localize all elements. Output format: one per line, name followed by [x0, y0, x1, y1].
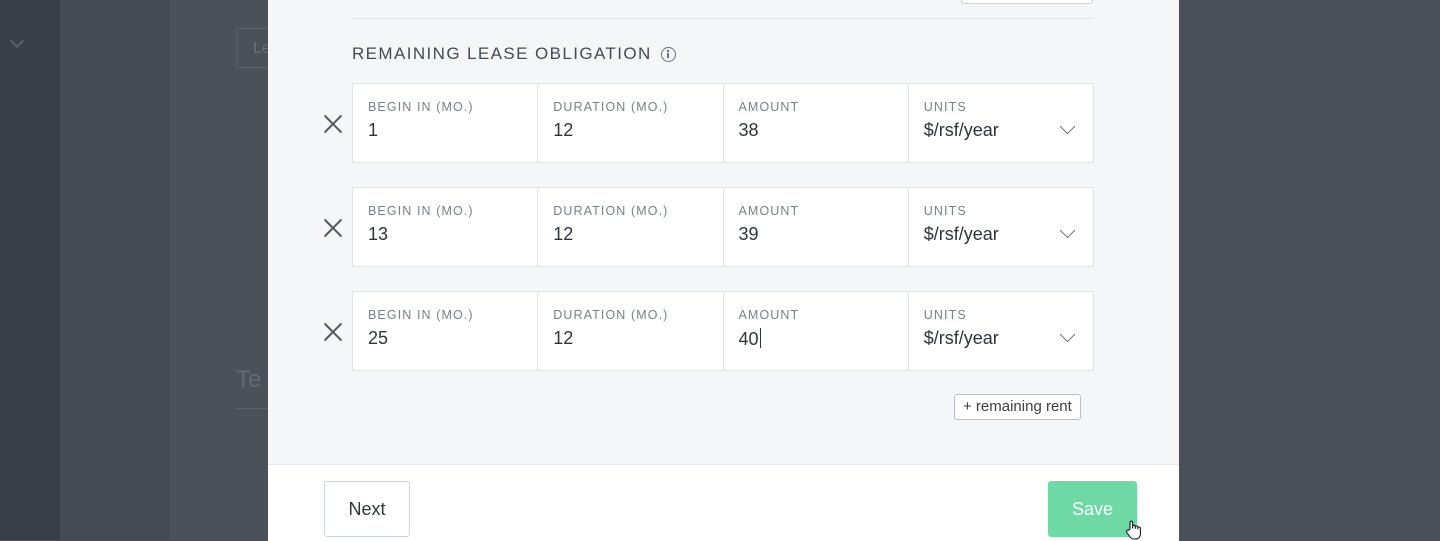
begin-field[interactable]: BEGIN IN (MO.) 1	[353, 84, 539, 162]
chevron-down-icon[interactable]	[1059, 326, 1076, 343]
begin-value[interactable]: 25	[368, 328, 388, 349]
background-sidebar	[0, 0, 60, 540]
duration-field[interactable]: DURATION (MO.) 12	[538, 84, 724, 162]
rent-row: BEGIN IN (MO.) 25 DURATION (MO.) 12 AMOU…	[352, 291, 1094, 371]
top-button[interactable]	[961, 0, 1093, 4]
amount-field[interactable]: AMOUNT 39	[724, 188, 909, 266]
units-label: UNITS	[923, 100, 967, 114]
duration-value[interactable]: 12	[553, 120, 573, 141]
chevron-down-icon[interactable]	[1059, 118, 1076, 135]
duration-label: DURATION (MO.)	[553, 308, 669, 322]
section-title: REMAINING LEASE OBLIGATION	[352, 44, 676, 64]
duration-label: DURATION (MO.)	[553, 100, 669, 114]
amount-value-focused[interactable]: 40	[739, 328, 761, 350]
begin-field[interactable]: BEGIN IN (MO.) 25	[353, 292, 539, 370]
add-remaining-rent-button[interactable]: + remaining rent	[954, 394, 1081, 420]
begin-label: BEGIN IN (MO.)	[368, 308, 474, 322]
begin-field[interactable]: BEGIN IN (MO.) 13	[353, 188, 539, 266]
begin-label: BEGIN IN (MO.)	[368, 204, 474, 218]
remove-row-icon[interactable]	[322, 216, 344, 238]
chevron-down-icon[interactable]	[1059, 222, 1076, 239]
modal-footer: Next Save	[268, 464, 1179, 541]
section-title-text: REMAINING LEASE OBLIGATION	[352, 44, 652, 63]
duration-label: DURATION (MO.)	[553, 204, 669, 218]
background-heading: Te	[236, 366, 262, 393]
remove-row-icon[interactable]	[322, 112, 344, 134]
background-panel	[60, 0, 170, 540]
begin-value[interactable]: 1	[368, 120, 378, 141]
begin-label: BEGIN IN (MO.)	[368, 100, 474, 114]
units-value[interactable]: $/rsf/year	[924, 224, 999, 245]
duration-value[interactable]: 12	[553, 224, 573, 245]
units-value[interactable]: $/rsf/year	[924, 120, 999, 141]
remove-row-icon[interactable]	[322, 320, 344, 342]
amount-label: AMOUNT	[738, 204, 800, 218]
amount-field[interactable]: AMOUNT 40	[724, 292, 909, 370]
units-select[interactable]: UNITS $/rsf/year	[909, 188, 1093, 266]
units-select[interactable]: UNITS $/rsf/year	[909, 292, 1093, 370]
text-caret	[759, 328, 761, 348]
begin-value[interactable]: 13	[368, 224, 388, 245]
chevron-down-icon	[9, 33, 25, 49]
top-divider	[352, 18, 1094, 19]
lease-modal: REMAINING LEASE OBLIGATION BEGIN IN (MO.…	[268, 0, 1179, 541]
duration-field[interactable]: DURATION (MO.) 12	[538, 188, 724, 266]
amount-value[interactable]: 38	[739, 120, 759, 141]
units-label: UNITS	[923, 204, 967, 218]
info-icon[interactable]	[660, 46, 676, 62]
units-value[interactable]: $/rsf/year	[924, 328, 999, 349]
amount-value-text: 40	[738, 329, 759, 349]
duration-value[interactable]: 12	[553, 328, 573, 349]
amount-field[interactable]: AMOUNT 38	[724, 84, 909, 162]
next-button[interactable]: Next	[324, 481, 410, 537]
units-label: UNITS	[923, 308, 967, 322]
rent-row: BEGIN IN (MO.) 1 DURATION (MO.) 12 AMOUN…	[352, 83, 1094, 163]
amount-label: AMOUNT	[738, 308, 800, 322]
duration-field[interactable]: DURATION (MO.) 12	[538, 292, 724, 370]
hand-cursor-icon	[1125, 520, 1141, 540]
units-select[interactable]: UNITS $/rsf/year	[909, 84, 1093, 162]
rent-row: BEGIN IN (MO.) 13 DURATION (MO.) 12 AMOU…	[352, 187, 1094, 267]
amount-value[interactable]: 39	[739, 224, 759, 245]
amount-label: AMOUNT	[738, 100, 800, 114]
